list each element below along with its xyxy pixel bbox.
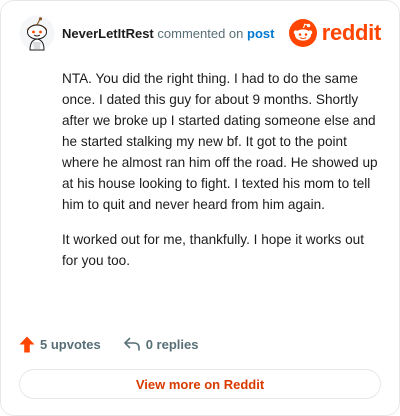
- reply-arrow-icon: [123, 337, 140, 351]
- upvote-arrow-icon: [19, 336, 35, 352]
- comment-actions: 5 upvotes 0 replies: [19, 335, 198, 353]
- comment-paragraph: NTA. You did the right thing. I had to d…: [62, 71, 378, 212]
- reddit-wordmark: reddit: [321, 20, 382, 45]
- reddit-alien-icon: [288, 19, 317, 47]
- upvote-count: 5 upvotes: [40, 336, 101, 352]
- commented-on-label: commented on: [157, 26, 244, 41]
- view-more-button[interactable]: View more on Reddit: [19, 369, 381, 399]
- replies-button[interactable]: 0 replies: [123, 336, 199, 352]
- comment-paragraph: It worked out for me, thankfully. I hope…: [62, 232, 364, 268]
- comment-header: NeverLetItRest commented on post reddit: [15, 13, 385, 53]
- upvote-button[interactable]: 5 upvotes: [19, 336, 101, 353]
- post-link[interactable]: post: [247, 26, 274, 41]
- snoo-avatar-icon[interactable]: [19, 15, 55, 51]
- replies-count: 0 replies: [145, 336, 199, 352]
- comment-body: NTA. You did the right thing. I had to d…: [62, 68, 383, 285]
- username-link[interactable]: NeverLetItRest: [62, 26, 154, 41]
- comment-meta: NeverLetItRest commented on post: [62, 26, 274, 42]
- reddit-logo[interactable]: reddit: [288, 19, 382, 47]
- embedded-comment-card: NeverLetItRest commented on post reddit …: [0, 0, 400, 416]
